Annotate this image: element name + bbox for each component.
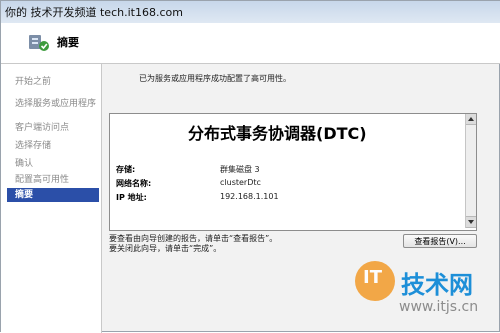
network-name-value: clusterDtc (220, 178, 261, 187)
page-title: 摘要 (57, 36, 79, 49)
arrow-down-icon (468, 220, 474, 224)
nav-item-select-storage[interactable]: 选择存储 (15, 138, 51, 151)
watermark-url: www.itjs.cn (399, 299, 479, 315)
network-name-label: 网络名称: (116, 179, 152, 188)
arrow-up-icon (468, 117, 474, 121)
view-report-button[interactable]: 查看报告(V)... (403, 234, 477, 248)
scroll-up-button[interactable] (466, 114, 476, 125)
wizard-steps-nav: 开始之前 选择服务或应用程序 客户端访问点 选择存储 确认 配置高可用性 摘要 (1, 64, 102, 333)
ip-address-label: IP 地址: (116, 193, 147, 202)
report-scrollbar[interactable] (465, 114, 476, 228)
nav-item-before-you-begin[interactable]: 开始之前 (15, 74, 51, 87)
site-title: 你的 技术开发频道 tech.it168.com (5, 6, 183, 19)
watermark-text: 技术网 (401, 271, 473, 299)
scroll-down-button[interactable] (466, 216, 476, 228)
report-title: 分布式事务协调器(DTC) (188, 124, 367, 143)
nav-item-select-service[interactable]: 选择服务或应用程序 (15, 96, 96, 109)
success-message: 已为服务或应用程序成功配置了高可用性。 (139, 74, 291, 83)
nav-item-client-access-point[interactable]: 客户端访问点 (15, 120, 69, 133)
ip-address-value: 192.168.1.101 (220, 192, 279, 201)
nav-item-confirmation[interactable]: 确认 (15, 156, 33, 169)
nav-item-summary[interactable]: 摘要 (7, 188, 99, 202)
close-wizard-hint: 要关闭此向导，请单击“完成”。 (109, 244, 222, 253)
wizard-header: 摘要 (1, 23, 500, 64)
summary-report-panel: 分布式事务协调器(DTC) 存储: 群集磁盘 3 网络名称: clusterDt… (109, 113, 477, 231)
nav-item-configure-ha[interactable]: 配置高可用性 (15, 172, 69, 185)
watermark-badge: IT (355, 261, 395, 301)
title-strip: 你的 技术开发频道 tech.it168.com (1, 1, 500, 23)
watermark-logo: IT 技术网 www.itjs.cn (355, 261, 495, 321)
storage-label: 存储: (116, 165, 136, 174)
wizard-window: 你的 技术开发频道 tech.it168.com 摘要 开始之前 选择服务或应用… (0, 0, 500, 333)
cluster-wizard-icon (29, 35, 49, 51)
watermark-badge-text: IT (363, 267, 382, 288)
storage-value: 群集磁盘 3 (220, 165, 260, 174)
